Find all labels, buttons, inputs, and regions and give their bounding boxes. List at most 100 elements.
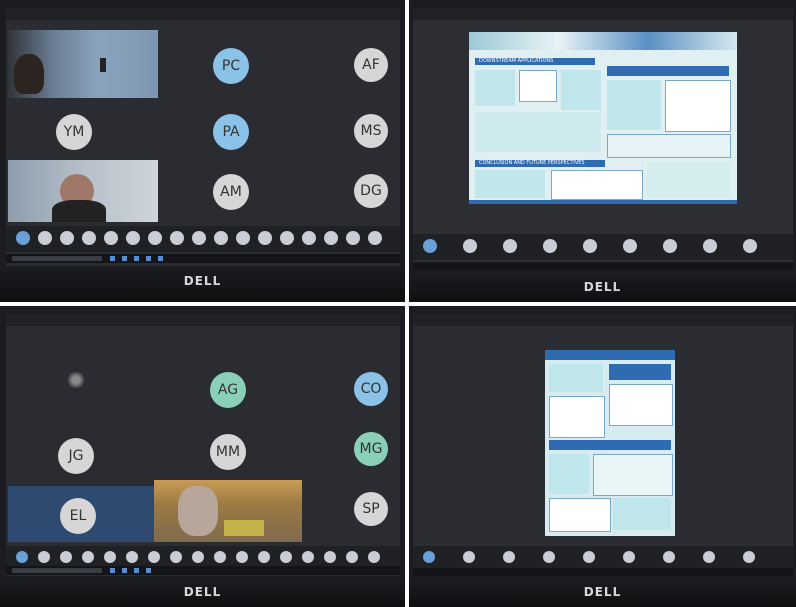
poster-panel [613,498,671,530]
participant-thumbnail [82,551,94,563]
participant-avatar: PA [213,114,249,150]
poster-panel [551,170,643,200]
participant-thumbnail [543,239,557,253]
meeting-screen: AG CO JG MM MG EL SP [6,314,400,576]
participant-thumbnail [258,551,270,563]
participant-thumbnail [623,551,635,563]
participant-thumbnail [192,231,206,245]
avatar-initials: CO [360,381,382,397]
laptop-bezel: DELL [0,577,405,607]
participant-thumbnail [16,551,28,563]
participant-thumbnail [104,231,118,245]
poster-section-title: DOWNSTREAM APPLICATIONS [475,58,595,65]
meeting-title-bar [413,314,793,326]
participant-strip [6,226,400,252]
participant-thumbnail [663,551,675,563]
avatar-initials: PC [221,58,241,74]
participant-thumbnail [663,239,677,253]
participant-avatar: PC [213,48,249,84]
taskbar-search [12,256,102,261]
participant-thumbnail [302,231,316,245]
participant-thumbnail [60,551,72,563]
laptop-bezel: DELL [409,577,796,607]
poster-panel [549,454,589,494]
participant-video-tile [154,480,302,542]
participant-avatar: AF [354,48,388,82]
avatar-initials: MM [215,444,241,460]
participant-avatar: JG [58,438,94,474]
dell-logo: DELL [583,585,622,599]
participant-video-tile [8,160,158,222]
participant-thumbnail [214,231,228,245]
participant-tile [60,366,92,394]
poster-panel [519,70,557,102]
participant-thumbnail [148,551,160,563]
poster-panel [647,162,731,198]
taskbar-app-icon [158,256,163,261]
participant-thumbnail [543,551,555,563]
taskbar [413,568,793,576]
image-placeholder-icon [66,372,86,388]
participant-thumbnail [503,551,515,563]
laptop-bezel: DELL [0,266,405,302]
dell-logo: DELL [583,280,622,294]
avatar-initials: AF [362,57,380,73]
poster-panel [607,80,661,130]
taskbar-app-icon [134,256,139,261]
participant-thumbnail [463,551,475,563]
participant-thumbnail [214,551,226,563]
participant-thumbnail [280,231,294,245]
photo-bottom-right: DELL [409,306,796,607]
poster-section-heading: CONCLUSION AND FUTURE PERSPECTIVES [479,160,585,166]
participant-thumbnail [346,231,360,245]
poster-section-heading: DOWNSTREAM APPLICATIONS [479,58,554,64]
participant-thumbnail [60,231,74,245]
avatar-initials: AM [220,184,242,200]
dell-logo: DELL [183,274,222,288]
participant-thumbnail [743,239,757,253]
avatar-initials: SP [362,501,380,517]
participant-thumbnail [743,551,755,563]
taskbar-app-icon [146,256,151,261]
participant-avatar: YM [56,114,92,150]
avatar-initials: DG [360,183,382,199]
participant-thumbnail [324,551,336,563]
avatar-initials: JG [68,448,84,464]
avatar-initials: AG [217,382,239,398]
participant-avatar: AM [213,174,249,210]
poster-panel [549,440,671,450]
participant-avatar: DG [354,174,388,208]
participant-strip [6,546,400,566]
participant-avatar: CO [354,372,388,406]
participant-thumbnail [170,551,182,563]
participant-thumbnail [280,551,292,563]
avatar-initials: YM [63,124,85,140]
participant-thumbnail [346,551,358,563]
shared-poster [545,350,675,536]
meeting-screen: PC AF YM PA MS AM DG [6,8,400,266]
taskbar [413,262,793,270]
taskbar-app-icon [110,568,115,573]
participant-thumbnail [236,551,248,563]
participant-thumbnail [38,551,50,563]
photo-top-right: DOWNSTREAM APPLICATIONS CONCLUSION AND F… [409,0,796,302]
participant-thumbnail [170,231,184,245]
participant-video-tile [8,30,158,98]
participant-thumbnail [368,231,382,245]
dell-logo: DELL [183,585,222,599]
participant-strip [413,546,793,568]
meeting-screen: DOWNSTREAM APPLICATIONS CONCLUSION AND F… [413,8,793,270]
participant-thumbnail [82,231,96,245]
participant-thumbnail [302,551,314,563]
poster-header [469,32,737,50]
participant-thumbnail [423,551,435,563]
participant-thumbnail [236,231,250,245]
participant-thumbnail [148,231,162,245]
participant-thumbnail [423,239,437,253]
participant-thumbnail [583,239,597,253]
participant-thumbnail [463,239,477,253]
avatar-initials: EL [69,508,87,524]
photo-bottom-left: AG CO JG MM MG EL SP DELL [0,306,405,607]
poster-panel [549,364,603,392]
poster-header [545,350,675,360]
